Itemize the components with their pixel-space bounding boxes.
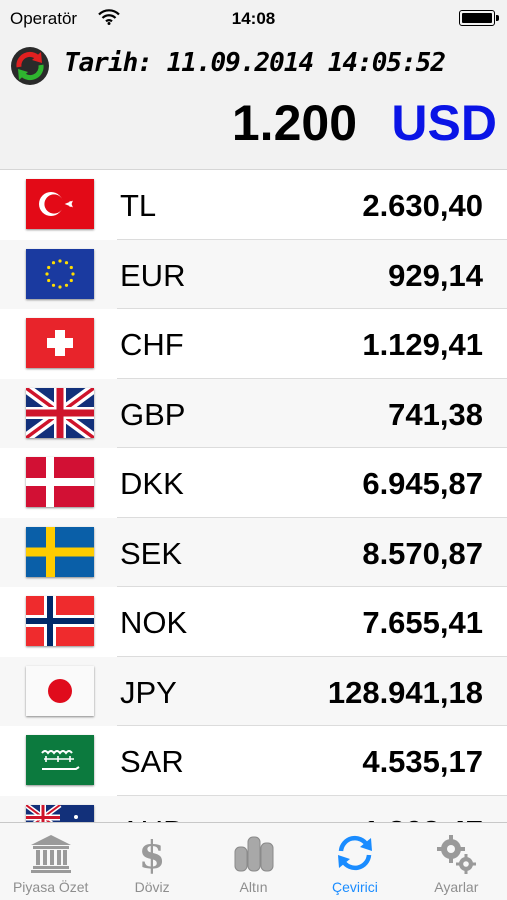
tab-label: Piyasa Özet [12, 879, 89, 895]
rate-row-nok[interactable]: NOK 7.655,41 [0, 587, 507, 657]
converted-value: 7.655,41 [362, 605, 483, 640]
currency-code: SAR [120, 744, 184, 779]
currency-code: SEK [120, 535, 183, 571]
switzerland-flag-icon [26, 318, 94, 368]
tab-label: Ayarlar [434, 879, 479, 895]
eu-flag-icon [26, 248, 94, 299]
converted-value: 1.129,41 [362, 327, 483, 362]
battery-icon [459, 10, 499, 26]
converted-value: 4.535,17 [362, 744, 483, 779]
rate-date-label: Tarih: 11.09.2014 14:05:52 [64, 48, 446, 78]
australia-flag-icon [26, 804, 94, 822]
gears-icon [437, 835, 477, 874]
saudi-arabia-flag-icon [26, 735, 94, 785]
clock-label: 14:08 [231, 9, 276, 28]
currency-code: EUR [120, 257, 186, 293]
turkey-flag-icon [26, 179, 94, 229]
tab-bar: Piyasa Özet $ Döviz Altın Çevirici Ayarl… [0, 822, 507, 900]
tab-doviz[interactable]: $ Döviz [101, 823, 202, 900]
converted-value: 741,38 [388, 396, 483, 432]
currency-code: JPY [120, 674, 177, 710]
rate-row-sek[interactable]: SEK 8.570,87 [0, 517, 507, 587]
rate-row-dkk[interactable]: DKK 6.945,87 [0, 448, 507, 518]
svg-text:$: $ [139, 832, 165, 875]
converted-value: 929,14 [388, 257, 483, 293]
sweden-flag-icon [26, 526, 94, 577]
tab-piyasa-ozet[interactable]: Piyasa Özet [0, 823, 101, 900]
tab-altin[interactable]: Altın [203, 823, 304, 900]
norway-flag-icon [26, 596, 94, 646]
tab-cevirici[interactable]: Çevirici [304, 823, 405, 900]
currency-code: GBP [120, 396, 186, 432]
currency-code: NOK [120, 605, 188, 640]
converter-header: Tarih: 11.09.2014 14:05:52 1.200 USD [0, 36, 507, 170]
converted-value: 6.945,87 [362, 466, 483, 501]
rate-row-tl[interactable]: TL 2.630,40 [0, 170, 507, 240]
refresh-arrows-icon [337, 835, 372, 871]
rate-row-sar[interactable]: SAR 4.535,17 [0, 726, 507, 796]
rates-list[interactable]: TL 2.630,40 EUR 929,14 CHF 1.129,41 GBP [0, 170, 507, 822]
tab-ayarlar[interactable]: Ayarlar [406, 823, 507, 900]
amount-input[interactable]: 1.200 [232, 94, 357, 152]
rate-row-chf[interactable]: CHF 1.129,41 [0, 309, 507, 379]
gold-coins-icon [234, 836, 274, 872]
converted-value: 1.302,47 [362, 814, 483, 823]
rate-row-eur[interactable]: EUR 929,14 [0, 239, 507, 309]
rate-row-aud[interactable]: AUD 1.302,47 [0, 795, 507, 823]
uk-flag-icon [26, 387, 94, 438]
dollar-icon: $ [139, 832, 165, 875]
refresh-icon[interactable] [10, 46, 50, 86]
currency-code: DKK [120, 466, 184, 501]
converted-value: 2.630,40 [362, 188, 483, 223]
rate-row-gbp[interactable]: GBP 741,38 [0, 378, 507, 448]
currency-code: AUD [120, 814, 185, 823]
currency-code: CHF [120, 327, 184, 362]
tab-label: Çevirici [331, 879, 378, 895]
converted-value: 128.941,18 [327, 674, 483, 710]
japan-flag-icon [26, 665, 94, 716]
tab-label: Altın [239, 879, 268, 895]
status-bar: Operatör 14:08 [0, 0, 507, 36]
converted-value: 8.570,87 [362, 535, 483, 571]
bank-icon [30, 835, 71, 873]
rate-row-jpy[interactable]: JPY 128.941,18 [0, 656, 507, 726]
denmark-flag-icon [26, 457, 94, 507]
base-currency-selector[interactable]: USD [391, 94, 497, 152]
currency-code: TL [120, 188, 157, 223]
tab-label: Döviz [134, 879, 170, 895]
